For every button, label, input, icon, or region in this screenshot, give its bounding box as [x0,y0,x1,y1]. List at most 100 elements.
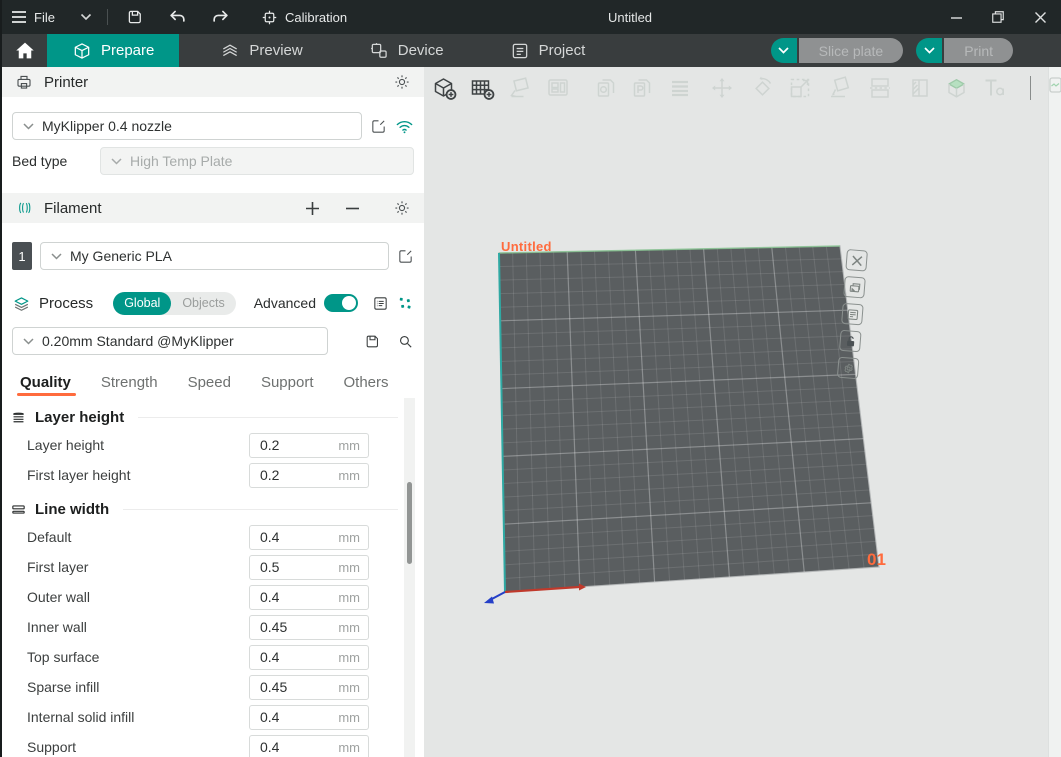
wifi-connection-icon[interactable] [395,119,414,134]
compare-presets-icon[interactable] [397,295,414,312]
param-input-internal-solid-infill[interactable]: 0.4 mm [249,705,369,730]
parameter-list-icon[interactable] [372,295,389,312]
sidebar: Printer MyKlipper 0.4 nozzle Bed type [2,67,424,757]
tab-prepare[interactable]: Prepare [47,34,179,67]
slice-plate-button[interactable]: Slice plate [799,38,904,63]
redo-button[interactable] [199,0,242,34]
arrange-icon[interactable] [544,74,572,102]
scope-objects-button[interactable]: Objects [171,292,235,315]
rotate-icon[interactable] [748,74,776,102]
variable-layer-height-icon[interactable] [666,74,694,102]
bed-type-select[interactable]: High Temp Plate [100,147,414,175]
param-input-outer-wall[interactable]: 0.4 mm [249,585,369,610]
color-painting-icon[interactable] [942,74,970,102]
process-preset-value: 0.20mm Standard @MyKlipper [42,333,234,349]
tab-project[interactable]: Project [485,34,611,67]
cut-icon[interactable] [866,74,894,102]
scrollbar-thumb[interactable] [407,482,412,564]
split-to-objects-icon[interactable] [592,74,620,102]
tab-strength[interactable]: Strength [101,367,158,398]
tab-others[interactable]: Others [344,367,389,398]
param-input-first-layer-height[interactable]: 0.2 mm [249,463,369,488]
add-object-icon[interactable] [430,74,458,102]
printer-settings-gear-icon[interactable] [393,73,411,91]
print-dropdown[interactable] [916,38,942,63]
viewport-3d[interactable]: Untitled 01 [424,67,1061,757]
sidebar-scrollbar[interactable] [404,398,415,757]
undo-button[interactable] [156,0,199,34]
tab-speed[interactable]: Speed [188,367,231,398]
advanced-toggle[interactable] [324,294,358,312]
delete-plate-button[interactable] [845,249,868,272]
place-on-face-icon[interactable] [826,74,854,102]
slice-plate-dropdown[interactable] [771,38,797,63]
plate-name-label[interactable]: Untitled [501,239,552,254]
param-input-first-layer[interactable]: 0.5 mm [249,555,369,580]
filament-settings-gear-icon[interactable] [393,199,411,217]
param-unit: mm [338,590,360,605]
plate-settings-button[interactable] [841,303,864,326]
process-preset-select[interactable]: 0.20mm Standard @MyKlipper [12,327,328,355]
file-menu-button[interactable]: File [2,0,64,34]
print-button[interactable]: Print [944,38,1013,63]
param-input-default[interactable]: 0.4 mm [249,525,369,550]
tab-prepare-label: Prepare [101,42,154,59]
device-icon [369,41,389,61]
project-icon [510,41,530,61]
filament-preset-row: 1 My Generic PLA [2,242,424,270]
right-panel-strip[interactable] [1048,67,1061,757]
tab-device[interactable]: Device [344,34,469,67]
param-input-top-surface[interactable]: 0.4 mm [249,645,369,670]
minimize-button[interactable] [945,6,967,28]
param-label: Sparse infill [27,679,99,695]
lock-plate-button[interactable] [839,330,862,353]
filament-preset-select[interactable]: My Generic PLA [40,242,389,270]
printer-preset-select[interactable]: MyKlipper 0.4 nozzle [12,112,362,140]
calibration-button[interactable]: Calibration [252,0,356,34]
scale-icon[interactable] [786,74,814,102]
split-to-parts-icon[interactable] [628,74,656,102]
tab-quality[interactable]: Quality [20,367,71,398]
add-plate-icon[interactable] [468,74,496,102]
param-input-layer-height[interactable]: 0.2 mm [249,433,369,458]
maximize-button[interactable] [987,6,1009,28]
filament-slot-badge[interactable]: 1 [12,242,32,270]
home-button[interactable] [2,34,47,67]
param-row-default: Default 0.4 mm [2,522,424,552]
arrange-plate-button[interactable] [843,276,866,299]
tab-preview[interactable]: Preview [195,34,327,67]
close-button[interactable] [1029,6,1051,28]
toolbar-separator [1030,76,1031,100]
advanced-label: Advanced [254,295,316,311]
save-button[interactable] [114,0,156,34]
add-filament-button[interactable] [305,201,320,216]
section-title: Layer height [35,409,124,426]
calibration-icon [261,9,278,26]
param-input-support[interactable]: 0.4 mm [249,735,369,757]
param-row-top-surface: Top surface 0.4 mm [2,642,424,672]
text-shape-icon[interactable] [980,74,1008,102]
scope-global-button[interactable]: Global [113,292,171,315]
param-value: 0.4 [260,529,338,545]
param-value: 0.4 [260,649,338,665]
remove-filament-button[interactable] [345,201,360,216]
search-preset-icon[interactable] [397,333,414,350]
support-painting-icon[interactable] [906,74,934,102]
tab-support[interactable]: Support [261,367,314,398]
param-label: Internal solid infill [27,709,134,725]
plate-gear-button[interactable] [837,357,860,380]
param-input-inner-wall[interactable]: 0.45 mm [249,615,369,640]
auto-orient-icon[interactable] [506,74,534,102]
build-plate[interactable] [424,67,1061,757]
line-width-icon [10,501,27,518]
filament-section-header: Filament [2,193,424,223]
file-menu-dropdown[interactable] [64,0,101,34]
move-icon[interactable] [708,74,736,102]
main-tabbar: Prepare Preview Device Project [2,34,1061,67]
param-unit: mm [338,560,360,575]
edit-filament-icon[interactable] [397,248,414,265]
param-unit: mm [338,680,360,695]
save-preset-icon[interactable] [364,333,381,350]
param-input-sparse-infill[interactable]: 0.45 mm [249,675,369,700]
edit-printer-icon[interactable] [370,118,387,135]
